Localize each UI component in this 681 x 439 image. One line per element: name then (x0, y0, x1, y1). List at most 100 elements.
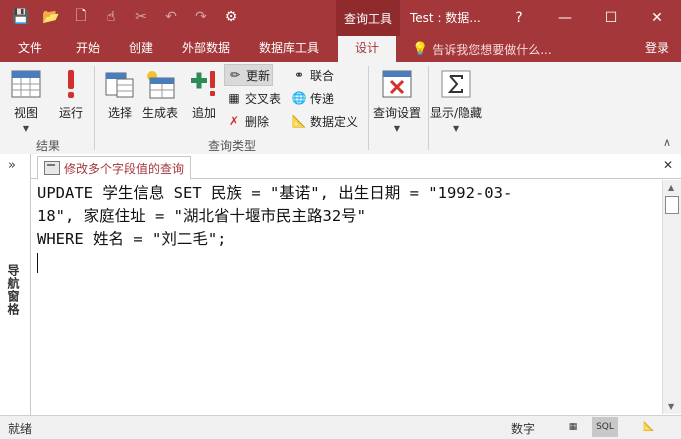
tell-me-box[interactable]: 💡 告诉我您想要做什么... (412, 36, 552, 62)
data-definition-label: 数据定义 (310, 114, 359, 129)
exclamation-icon (55, 68, 87, 100)
sql-editor[interactable]: UPDATE 学生信息 SET 民族 = "基诺", 出生日期 = "1992-… (36, 180, 662, 414)
chevron-down-icon: ▼ (452, 124, 460, 133)
customize-qat-icon[interactable]: ⚙ (220, 6, 242, 28)
datasheet-view-icon[interactable]: ▦ (560, 417, 586, 437)
globe-icon: 🌐 (291, 91, 307, 105)
view-button[interactable]: 视图 ▼ (10, 68, 42, 133)
status-ready: 就绪 (8, 422, 33, 436)
query-setup-button[interactable]: 查询设置 ▼ (373, 68, 421, 133)
show-hide-button[interactable]: 显示/隐藏 ▼ (430, 68, 482, 133)
touch-mode-icon[interactable]: ☝ (100, 6, 122, 28)
data-definition-button[interactable]: 📐 数据定义 (291, 111, 359, 131)
select-label: 选择 (107, 106, 132, 120)
scroll-up-icon[interactable]: ▲ (668, 183, 674, 192)
sigma-icon (440, 68, 472, 100)
title-bar: 💾 📂 🗋 ☝ ✂ ↶ ↷ ⚙ 查询工具 Test : 数据... ? — ☐ … (0, 0, 681, 36)
tell-me-text: 告诉我您想要做什么... (432, 42, 552, 57)
query-icon (44, 161, 60, 175)
new-icon[interactable]: 🗋 (70, 6, 92, 28)
query-setup-label: 查询设置 (373, 106, 422, 120)
navigation-pane: » 导航窗格 (0, 154, 31, 415)
select-query-icon (104, 68, 136, 100)
context-tool-title: 查询工具 (336, 0, 400, 36)
lightbulb-icon: 💡 (412, 41, 429, 57)
minimize-button[interactable]: — (542, 0, 588, 36)
delete-label: 删除 (245, 114, 270, 129)
view-label: 视图 (13, 106, 38, 120)
query-setup-icon (381, 68, 413, 100)
make-table-icon (144, 68, 176, 100)
union-label: 联合 (310, 68, 335, 83)
append-button[interactable]: 追加 (188, 68, 220, 121)
text-caret (37, 252, 38, 273)
design-view-icon[interactable]: 📐 (636, 417, 662, 437)
sql-view-button[interactable]: SQL (592, 417, 618, 437)
undo-icon[interactable]: ↶ (160, 6, 182, 28)
chevron-down-icon: ▼ (393, 124, 401, 133)
tab-design[interactable]: 设计 (338, 36, 396, 62)
cursor-line (37, 251, 662, 274)
document-tab-title: 修改多个字段值的查询 (64, 161, 185, 176)
make-table-button[interactable]: 生成表 (142, 68, 178, 121)
scroll-thumb[interactable] (665, 196, 679, 214)
scroll-down-icon[interactable]: ▼ (668, 402, 674, 411)
update-button[interactable]: ✏ 更新 (224, 64, 274, 86)
delete-x-icon: ✗ (228, 114, 240, 128)
maximize-button[interactable]: ☐ (588, 0, 634, 36)
crosstab-grid-icon: ▦ (228, 91, 240, 105)
tab-file[interactable]: 文件 (18, 36, 42, 62)
sql-line: 18", 家庭住址 = "湖北省十堰市民主路32号" (37, 207, 366, 225)
chevron-down-icon: ▼ (22, 124, 30, 133)
tab-home[interactable]: 开始 (76, 36, 100, 62)
group-results-label: 结果 (36, 139, 61, 153)
status-bar: 就绪 数字 ▦ SQL 📐 (0, 415, 681, 439)
sql-line: UPDATE 学生信息 SET 民族 = "基诺", 出生日期 = "1992-… (37, 184, 513, 202)
menu-tab-bar: 文件 开始 创建 外部数据 数据库工具 设计 💡 告诉我您想要做什么... 登录 (0, 36, 681, 62)
expand-nav-icon[interactable]: » (8, 158, 16, 173)
tab-database-tools[interactable]: 数据库工具 (259, 36, 319, 62)
pass-through-button[interactable]: 🌐 传递 (291, 88, 335, 108)
tab-external-data[interactable]: 外部数据 (182, 36, 230, 62)
select-query-button[interactable]: 选择 (104, 68, 136, 121)
collapse-ribbon-icon[interactable]: ∧ (663, 136, 671, 149)
close-window-button[interactable]: ✕ (634, 0, 680, 36)
navigation-pane-label[interactable]: 导航窗格 (6, 264, 22, 316)
group-separator (94, 66, 95, 150)
make-table-label: 生成表 (142, 106, 179, 120)
tab-create[interactable]: 创建 (129, 36, 153, 62)
save-icon[interactable]: 💾 (10, 6, 32, 28)
append-icon (188, 68, 220, 100)
show-hide-label: 显示/隐藏 (430, 106, 483, 120)
ruler-triangle-icon: 📐 (291, 114, 307, 128)
pencil-icon: ✏ (229, 68, 241, 82)
crosstab-button[interactable]: ▦ 交叉表 (226, 88, 281, 108)
open-icon[interactable]: 📂 (40, 6, 62, 28)
status-num-lock: 数字 (511, 422, 536, 436)
group-separator (428, 66, 429, 150)
redo-icon[interactable]: ↷ (190, 6, 212, 28)
union-rings-icon: ⚭ (293, 68, 305, 82)
run-label: 运行 (58, 106, 83, 120)
ribbon: 视图 ▼ 运行 选择 生成表 追加 ✏ 更新 ▦ 交叉表 ✗ 删除 ⚭ 联合 🌐… (0, 62, 681, 155)
help-button[interactable]: ? (496, 0, 542, 36)
document-tab-bar: 修改多个字段值的查询 ✕ (31, 154, 681, 180)
format-painter-icon[interactable]: ✂ (130, 6, 152, 28)
run-button[interactable]: 运行 (55, 68, 87, 121)
append-label: 追加 (191, 106, 216, 120)
update-label: 更新 (246, 68, 271, 83)
window-title: Test : 数据... (410, 11, 481, 25)
union-button[interactable]: ⚭ 联合 (291, 65, 334, 85)
document-tab[interactable]: 修改多个字段值的查询 (37, 156, 192, 180)
pass-through-label: 传递 (310, 91, 335, 106)
group-separator (368, 66, 369, 150)
login-link[interactable]: 登录 (645, 36, 669, 62)
group-query-type-label: 查询类型 (208, 139, 257, 153)
crosstab-label: 交叉表 (245, 91, 282, 106)
vertical-scrollbar[interactable]: ▲ ▼ (662, 180, 681, 414)
sql-line: WHERE 姓名 = "刘二毛"; (37, 230, 227, 248)
delete-button[interactable]: ✗ 删除 (226, 111, 269, 131)
quick-access-toolbar: 💾 📂 🗋 ☝ ✂ ↶ ↷ ⚙ (10, 6, 242, 28)
table-view-icon (10, 68, 42, 100)
close-document-button[interactable]: ✕ (663, 158, 673, 172)
